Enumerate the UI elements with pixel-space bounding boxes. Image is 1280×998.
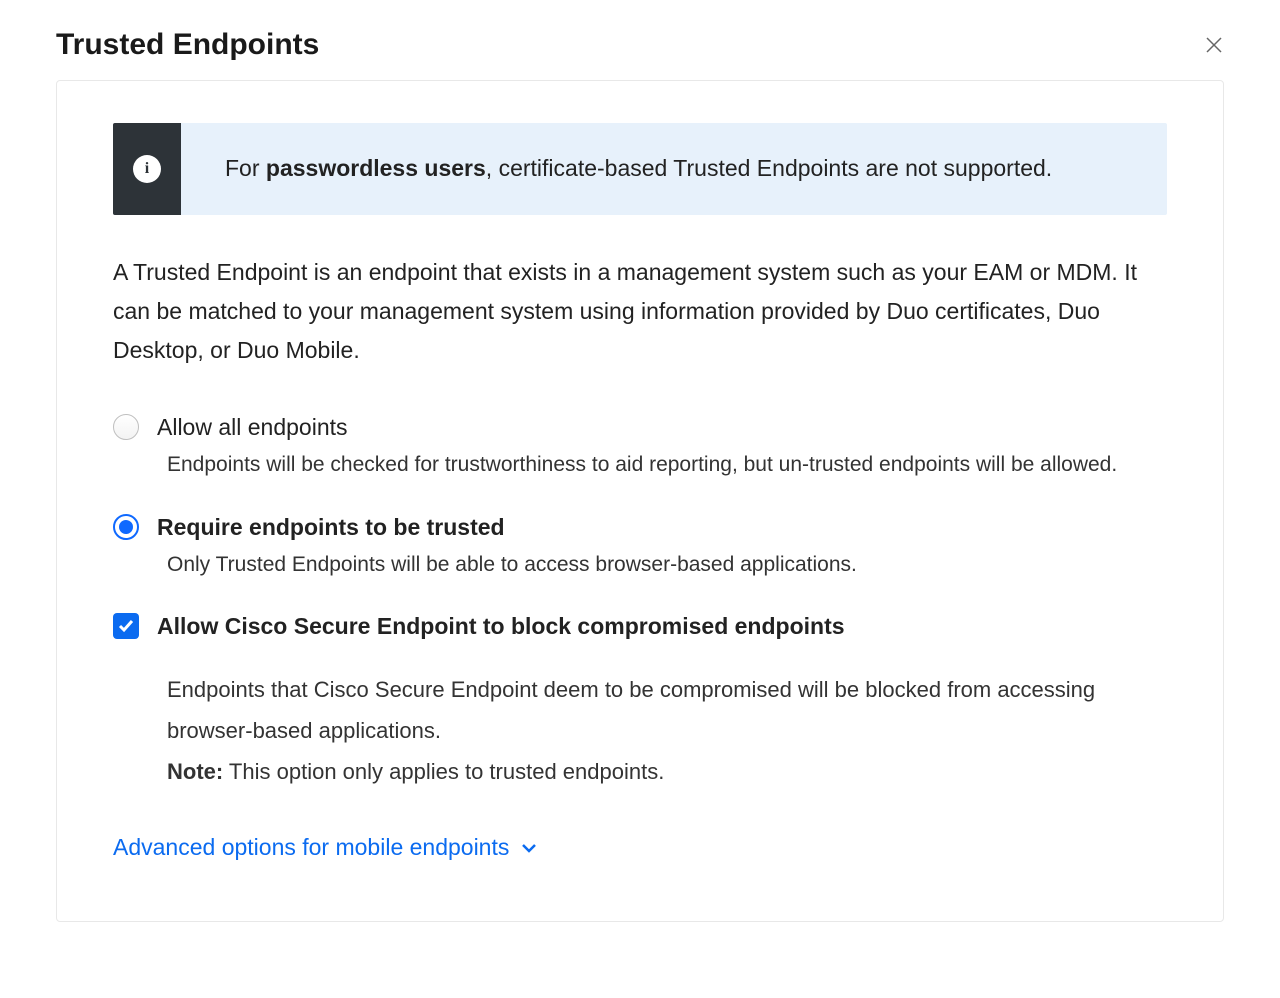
- settings-card: i For passwordless users, certificate-ba…: [56, 80, 1224, 922]
- advanced-options-label: Advanced options for mobile endpoints: [113, 834, 509, 861]
- checkbox-block-compromised[interactable]: [113, 613, 139, 639]
- info-icon-column: i: [113, 123, 181, 215]
- option-allow-all-label[interactable]: Allow all endpoints: [157, 412, 1167, 443]
- option-block-compromised: Allow Cisco Secure Endpoint to block com…: [113, 611, 1167, 792]
- radio-require-trusted[interactable]: [113, 514, 139, 540]
- option-block-compromised-label[interactable]: Allow Cisco Secure Endpoint to block com…: [157, 611, 1167, 642]
- advanced-options-link[interactable]: Advanced options for mobile endpoints: [113, 834, 539, 861]
- page-title: Trusted Endpoints: [56, 28, 319, 62]
- option-require-trusted-desc: Only Trusted Endpoints will be able to a…: [157, 549, 1167, 582]
- option-block-compromised-desc-block: Endpoints that Cisco Secure Endpoint dee…: [113, 670, 1167, 792]
- close-button[interactable]: [1204, 35, 1224, 55]
- option-block-compromised-desc: Endpoints that Cisco Secure Endpoint dee…: [167, 670, 1167, 751]
- section-description: A Trusted Endpoint is an endpoint that e…: [113, 253, 1167, 370]
- chevron-down-icon: [519, 838, 539, 858]
- option-require-trusted: Require endpoints to be trusted Only Tru…: [113, 512, 1167, 582]
- info-suffix: , certificate-based Trusted Endpoints ar…: [486, 155, 1052, 181]
- info-prefix: For: [225, 155, 266, 181]
- close-icon: [1205, 36, 1223, 54]
- info-banner-text: For passwordless users, certificate-base…: [181, 123, 1100, 215]
- option-allow-all-desc: Endpoints will be checked for trustworth…: [157, 449, 1167, 482]
- info-icon: i: [133, 155, 161, 183]
- checkmark-icon: [117, 617, 135, 635]
- radio-allow-all[interactable]: [113, 414, 139, 440]
- option-require-trusted-label[interactable]: Require endpoints to be trusted: [157, 512, 1167, 543]
- info-banner: i For passwordless users, certificate-ba…: [113, 123, 1167, 215]
- option-allow-all: Allow all endpoints Endpoints will be ch…: [113, 412, 1167, 482]
- note-label: Note:: [167, 759, 223, 784]
- info-bold: passwordless users: [266, 155, 486, 181]
- note-text: This option only applies to trusted endp…: [223, 759, 664, 784]
